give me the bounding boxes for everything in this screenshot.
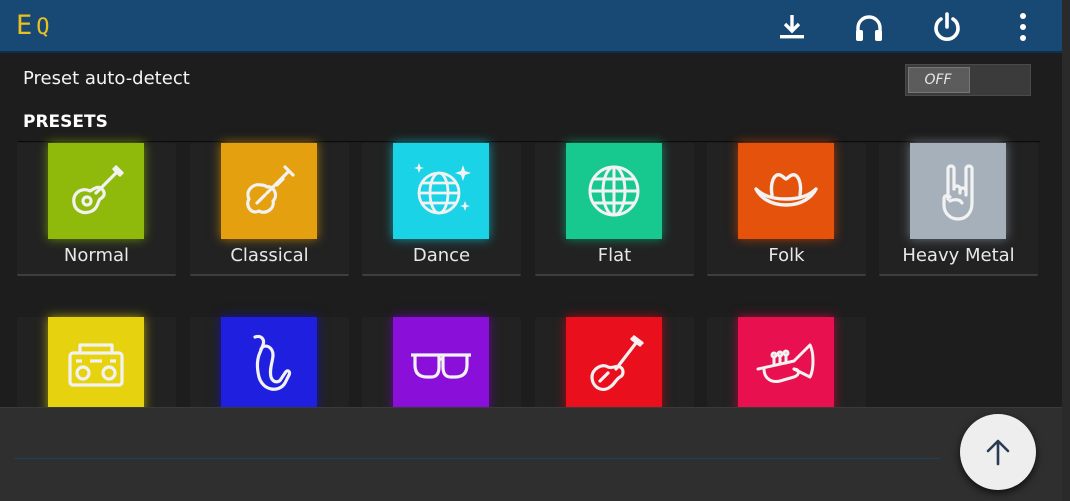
trumpet-icon bbox=[756, 343, 815, 383]
autodetect-label: Preset auto-detect bbox=[23, 68, 190, 89]
presets-divider bbox=[18, 141, 1040, 142]
toggle-state: OFF bbox=[924, 72, 952, 88]
disco-ball-icon bbox=[414, 163, 471, 215]
preset-icon-box bbox=[910, 143, 1006, 239]
preset-label: Heavy Metal bbox=[902, 245, 1015, 266]
more-vert-icon[interactable] bbox=[1006, 10, 1040, 44]
preset-tile-dance[interactable]: Dance bbox=[362, 143, 521, 276]
preset-icon-box bbox=[566, 143, 662, 239]
preset-label: Folk bbox=[768, 245, 805, 266]
app-title-q: Q bbox=[36, 15, 54, 40]
globe-icon bbox=[588, 165, 640, 217]
bottom-divider bbox=[14, 458, 940, 459]
preset-tile-heavy-metal[interactable]: Heavy Metal bbox=[879, 143, 1038, 276]
preset-icon-box bbox=[738, 317, 834, 413]
preset-icon-box bbox=[48, 317, 144, 413]
violin-icon bbox=[246, 165, 295, 214]
preset-icon-box bbox=[566, 317, 662, 413]
preset-label: Dance bbox=[412, 245, 471, 266]
app-bar: EQ bbox=[0, 0, 1062, 53]
preset-label: Normal bbox=[63, 245, 130, 266]
sunglasses-icon bbox=[411, 353, 471, 379]
acoustic-guitar-icon bbox=[72, 165, 124, 215]
power-icon[interactable] bbox=[930, 10, 964, 44]
arrow-up-icon bbox=[986, 439, 1010, 466]
headphones-icon[interactable] bbox=[852, 10, 886, 44]
preset-icon-box bbox=[221, 143, 317, 239]
preset-icon-box bbox=[393, 143, 489, 239]
preset-icon-box bbox=[221, 317, 317, 413]
edge-strip bbox=[1062, 0, 1070, 501]
boombox-icon bbox=[68, 343, 124, 387]
autodetect-toggle[interactable]: OFF bbox=[905, 64, 1031, 96]
preset-icon-box bbox=[393, 317, 489, 413]
preset-tile-flat[interactable]: Flat bbox=[535, 143, 694, 276]
cowboy-hat-icon bbox=[754, 173, 818, 207]
presets-header: PRESETS bbox=[23, 112, 108, 132]
bottom-sheet bbox=[0, 407, 1062, 501]
electric-guitar-icon bbox=[590, 335, 644, 391]
app-title: EQ bbox=[16, 10, 54, 41]
preset-tile-classical[interactable]: Classical bbox=[190, 143, 349, 276]
rock-hand-icon bbox=[942, 164, 974, 221]
preset-label: Flat bbox=[597, 245, 632, 266]
preset-icon-box bbox=[738, 143, 834, 239]
download-icon[interactable] bbox=[775, 10, 809, 44]
preset-label: Classical bbox=[230, 245, 309, 266]
saxophone-icon bbox=[253, 334, 292, 391]
preset-icon-box bbox=[48, 143, 144, 239]
app-title-e: E bbox=[16, 10, 37, 41]
preset-tile-folk[interactable]: Folk bbox=[707, 143, 866, 276]
scroll-up-button[interactable] bbox=[960, 414, 1036, 490]
preset-tile-normal[interactable]: Normal bbox=[17, 143, 176, 276]
